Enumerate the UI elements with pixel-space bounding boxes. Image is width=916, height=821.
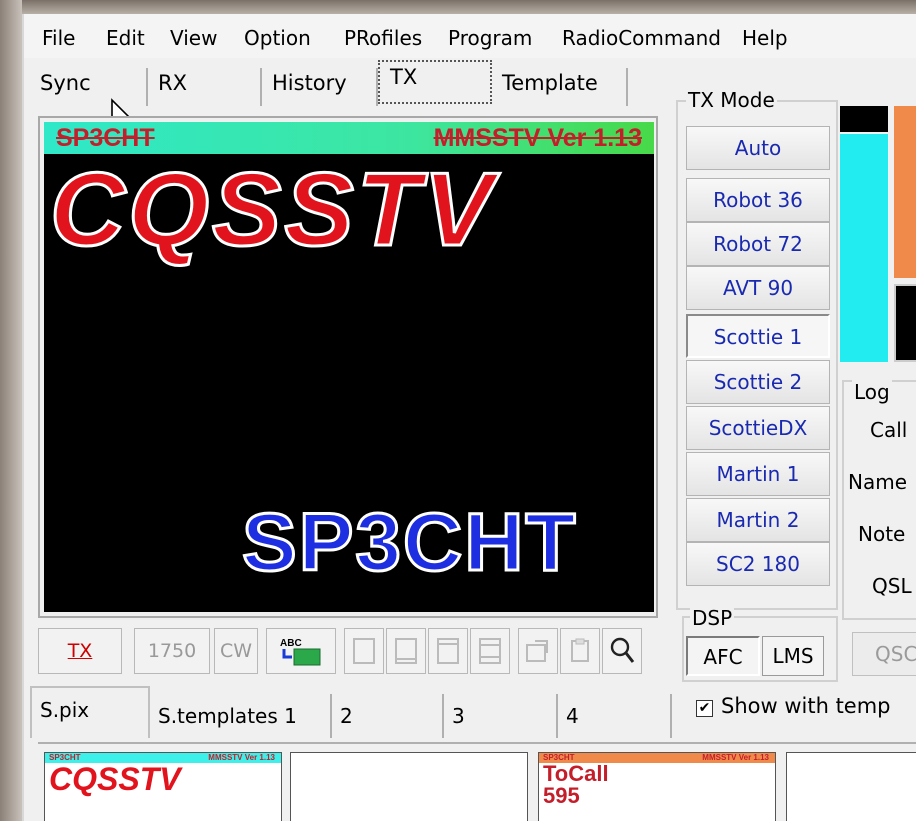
zoom-button[interactable]: [602, 628, 642, 674]
mode-scottie2-button[interactable]: Scottie 2: [686, 360, 830, 404]
thumbnail-3-text: ToCall: [543, 761, 609, 786]
thumbnail-1-text: CQSSTV: [49, 761, 181, 797]
tab-stemplates-3[interactable]: 3: [444, 694, 558, 738]
tab-template[interactable]: Template: [492, 68, 628, 106]
tx-button[interactable]: TX: [38, 628, 122, 674]
tab-tx[interactable]: TX: [378, 60, 492, 104]
thumbnail-1-version: MMSSTV Ver 1.13: [208, 753, 275, 762]
menu-program[interactable]: Program: [448, 26, 532, 50]
log-qsl-label: QSL: [872, 574, 912, 598]
layout-bottom-bar-icon: [395, 638, 417, 664]
image-paste-icon: [526, 640, 548, 662]
clipboard-icon: [571, 638, 589, 662]
mode-scottie1-button[interactable]: Scottie 1: [686, 314, 830, 358]
thumbnail-4[interactable]: [786, 752, 916, 821]
menu-option[interactable]: Option: [244, 26, 311, 50]
menu-profiles[interactable]: PRofiles: [344, 26, 422, 50]
thumbnail-3[interactable]: SP3CHT MMSSTV Ver 1.13 ToCall 595: [538, 752, 776, 821]
tab-spix[interactable]: S.pix: [30, 686, 150, 738]
mmsstv-window: File Edit View Option PRofiles Program R…: [22, 14, 916, 821]
tab-history[interactable]: History: [262, 68, 378, 106]
menu-radiocommand[interactable]: RadioCommand: [562, 26, 721, 50]
mode-scottiedx-button[interactable]: ScottieDX: [686, 406, 830, 450]
menu-view[interactable]: View: [170, 26, 217, 50]
tone-1750-button[interactable]: 1750: [134, 628, 210, 674]
menu-help[interactable]: Help: [742, 26, 788, 50]
layout-button-4[interactable]: [470, 628, 510, 674]
image-header-bar: SP3CHT MMSSTV Ver 1.13: [44, 122, 654, 154]
desktop-background-left: [0, 0, 22, 821]
show-with-template-checkbox[interactable]: ✔ Show with temp: [696, 694, 891, 718]
log-name-label: Name: [848, 470, 908, 494]
mode-sc2-180-button[interactable]: SC2 180: [686, 542, 830, 586]
log-label: Log: [852, 380, 892, 404]
level-meter-cyan: [840, 134, 888, 362]
thumbnail-3-number: 595: [543, 783, 580, 808]
dsp-label: DSP: [690, 606, 735, 630]
desktop-background-top: [0, 0, 916, 14]
layout-button-1[interactable]: [344, 628, 384, 674]
afc-button[interactable]: AFC: [686, 636, 760, 676]
abc-image-icon: ABC: [280, 638, 321, 666]
tab-stemplates-2[interactable]: 2: [332, 694, 444, 738]
lms-button[interactable]: LMS: [762, 636, 824, 676]
menu-bar: File Edit View Option PRofiles Program R…: [24, 14, 916, 58]
level-meter-orange: [894, 106, 916, 278]
tx-mode-label: TX Mode: [686, 88, 777, 112]
text-to-image-button[interactable]: ABC: [266, 628, 336, 674]
svg-text:ABC: ABC: [280, 638, 302, 649]
mode-martin2-button[interactable]: Martin 2: [686, 498, 830, 542]
tx-toolbar: TX 1750 CW ABC: [38, 628, 670, 680]
tab-stemplates-1[interactable]: S.templates 1: [150, 694, 332, 738]
layout-top-bar-icon: [437, 638, 459, 664]
image-header-callsign: SP3CHT: [56, 124, 155, 152]
tx-image[interactable]: SP3CHT MMSSTV Ver 1.13 CQSSTV SP3CHT: [44, 122, 654, 612]
clipboard-button[interactable]: [560, 628, 600, 674]
magnifier-icon: [610, 637, 635, 663]
layout-button-3[interactable]: [428, 628, 468, 674]
meter-peak-indicator: [840, 106, 888, 132]
qso-button[interactable]: QSC: [852, 632, 916, 676]
log-call-label: Call: [870, 418, 908, 442]
mode-auto-button[interactable]: Auto: [686, 126, 830, 170]
tab-stemplates-4[interactable]: 4: [558, 694, 672, 738]
cw-button[interactable]: CW: [214, 628, 258, 674]
layout-button-2[interactable]: [386, 628, 426, 674]
level-meter-black: [894, 284, 916, 362]
layout-split-icon: [479, 638, 501, 664]
thumbnail-2[interactable]: [290, 752, 528, 821]
thumbnail-1[interactable]: SP3CHT MMSSTV Ver 1.13 CQSSTV: [44, 752, 282, 821]
menu-file[interactable]: File: [42, 26, 75, 50]
image-callsign-text: SP3CHT: [241, 497, 578, 588]
thumbnail-3-version: MMSSTV Ver 1.13: [702, 753, 769, 762]
mode-martin1-button[interactable]: Martin 1: [686, 452, 830, 496]
image-cq-text: CQSSTV: [49, 152, 496, 268]
mode-robot72-button[interactable]: Robot 72: [686, 222, 830, 266]
show-with-template-label: Show with temp: [721, 694, 891, 718]
image-header-version: MMSSTV Ver 1.13: [433, 124, 642, 152]
paste-image-button[interactable]: [518, 628, 558, 674]
layout-square-icon: [353, 638, 375, 664]
tab-rx[interactable]: RX: [148, 68, 262, 106]
log-note-label: Note: [858, 522, 906, 546]
mode-avt90-button[interactable]: AVT 90: [686, 266, 830, 310]
mode-robot36-button[interactable]: Robot 36: [686, 178, 830, 222]
thumbnail-strip: SP3CHT MMSSTV Ver 1.13 CQSSTV SP3CHT MMS…: [38, 742, 916, 821]
checkbox-box[interactable]: ✔: [696, 700, 713, 717]
menu-edit[interactable]: Edit: [106, 26, 145, 50]
